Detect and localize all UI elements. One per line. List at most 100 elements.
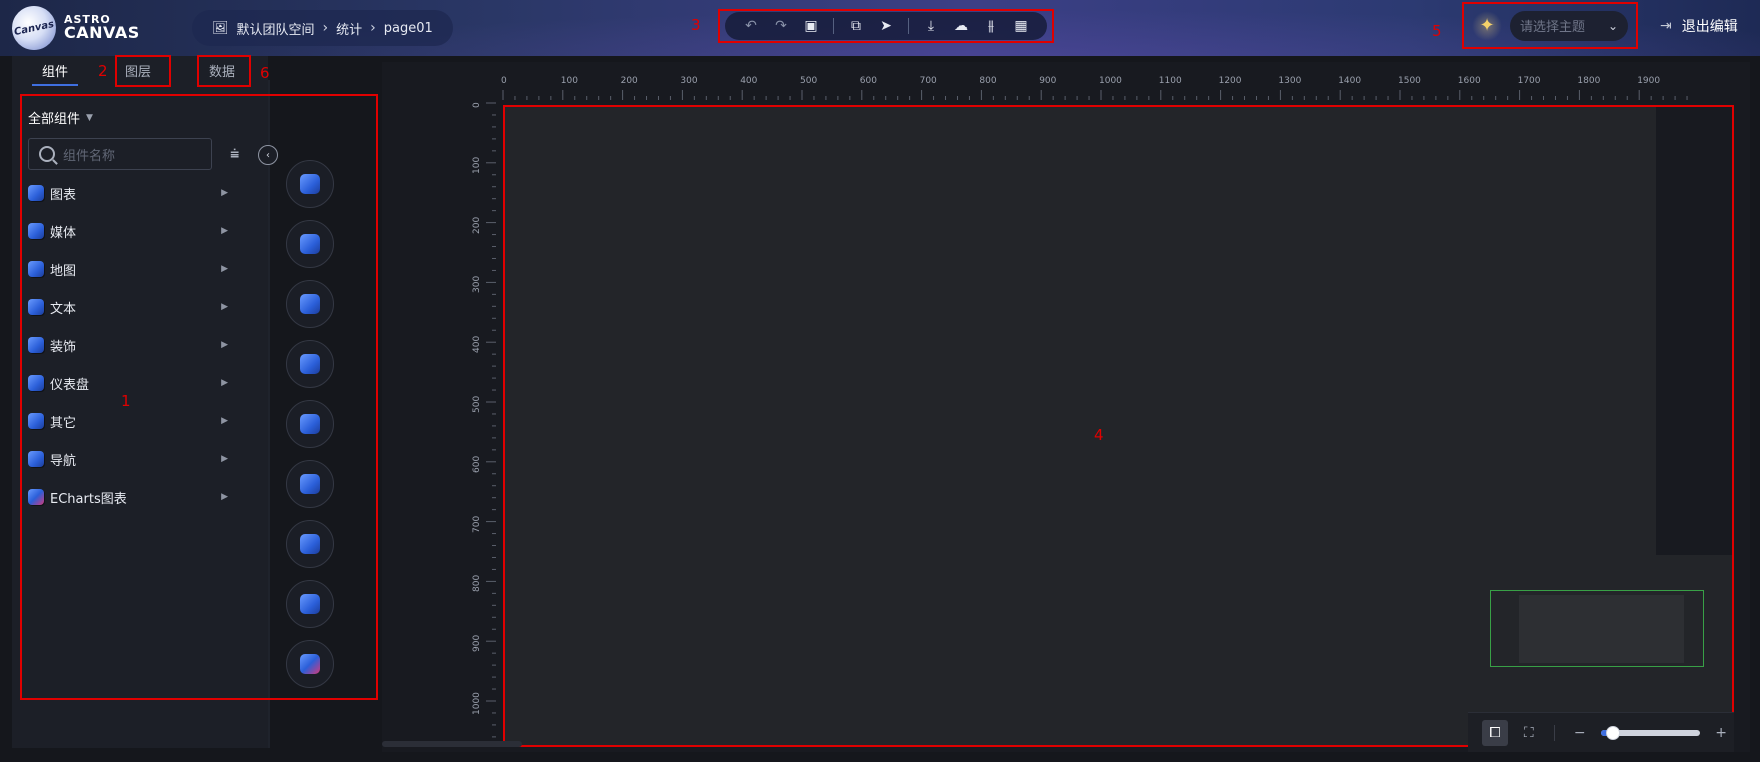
tab-layers[interactable]: 图层 [125, 61, 151, 80]
tab-components[interactable]: 组件 [42, 61, 68, 80]
ruler-tick-label: 1300 [1278, 76, 1302, 86]
category-label: 仪表盘 [50, 377, 90, 393]
exit-edit-button[interactable]: ⇥ 退出编辑 [1660, 16, 1738, 36]
ruler-tick-label: 500 [800, 76, 818, 86]
left-panel: 组件 2 图层 数据 6 全部组件 ▼ 组件名称 ⩧ 图表 ▶ 媒体 ▶ 地图 … [12, 55, 270, 748]
ruler-tick-label: 100 [472, 156, 482, 174]
fit-screen-icon[interactable]: ⧠ [1482, 719, 1508, 746]
category-text[interactable]: 文本 ▶ [28, 288, 228, 326]
category-label: 图表 [50, 187, 77, 203]
breadcrumb-separator-icon: › [370, 20, 376, 36]
rail-echarts-button[interactable] [286, 640, 334, 688]
design-canvas[interactable] [503, 106, 1656, 555]
app-logo[interactable]: Canvas ASTRO CANVAS [7, 1, 140, 55]
ruler-tick-label: 0 [472, 102, 482, 108]
fullscreen-icon[interactable]: ⛶ [1516, 720, 1542, 746]
horizontal-scrollbar[interactable] [382, 741, 522, 747]
gauge-cube-icon [300, 474, 320, 494]
vertical-ruler[interactable]: 0 100 200 300 400 500 600 700 800 900 1000 [472, 98, 496, 738]
tab-data[interactable]: 数据 [209, 61, 235, 80]
ruler-tick-label: 1100 [1158, 76, 1182, 86]
all-components-label: 全部组件 [28, 112, 81, 127]
component-search-input[interactable]: 组件名称 [28, 138, 212, 170]
category-label: 导航 [50, 453, 77, 469]
toolbar-divider [833, 18, 834, 34]
category-label: 媒体 [50, 225, 77, 241]
map-cube-icon [300, 294, 320, 314]
upload-button[interactable]: ☁ [949, 14, 973, 38]
collapse-all-icon[interactable]: ⩧ [230, 144, 239, 164]
theme-sparkle-icon[interactable]: ✦ [1472, 10, 1502, 41]
zoom-controls: ⧠ ⛶ − + [1468, 712, 1734, 752]
theme-select[interactable]: 请选择主题 ⌄ [1510, 10, 1628, 41]
component-list: 全部组件 ▼ 组件名称 ⩧ 图表 ▶ 媒体 ▶ 地图 ▶ 文本 ▶ 装饰 ▶ 仪… [20, 94, 270, 700]
ruler-tick-label: 400 [472, 336, 482, 354]
rail-decoration-button[interactable] [286, 400, 334, 448]
category-label: 装饰 [50, 339, 77, 355]
breadcrumb-team-space[interactable]: 默认团队空间 [237, 19, 315, 38]
redo-button[interactable]: ↷ [769, 14, 793, 38]
caret-right-icon: ▶ [221, 454, 228, 464]
ruler-tick-label: 400 [740, 76, 758, 86]
collapse-panel-icon[interactable]: ‹ [258, 145, 278, 165]
download-button[interactable]: ⤓ [919, 14, 943, 38]
save-button[interactable]: ▣ [799, 14, 823, 38]
annotation-6: 6 [260, 64, 270, 82]
rail-media-button[interactable] [286, 220, 334, 268]
active-tab-underline [32, 84, 78, 86]
media-cube-icon [300, 234, 320, 254]
caret-right-icon: ▶ [221, 416, 228, 426]
rail-chart-button[interactable] [286, 160, 334, 208]
breadcrumb-separator-icon: › [322, 20, 329, 36]
horizontal-ruler[interactable]: 0 100 200 300 400 500 600 700 800 900 1000 1100 1200… [482, 76, 1732, 100]
ruler-tick-label: 0 [501, 76, 507, 86]
category-media[interactable]: 媒体 ▶ [28, 212, 228, 250]
breadcrumb-page[interactable]: page01 [384, 21, 433, 36]
other-cube-icon [300, 534, 320, 554]
zoom-in-icon[interactable]: + [1708, 720, 1734, 746]
settings-button[interactable]: ⫵ [979, 14, 1003, 38]
breadcrumb-project[interactable]: 统计 [336, 19, 362, 38]
category-chart[interactable]: 图表 ▶ [28, 174, 228, 212]
publish-button[interactable]: ➤ [874, 14, 898, 38]
breadcrumb: 🖼 默认团队空间 › 统计 › page01 [192, 10, 453, 46]
caret-right-icon: ▶ [221, 302, 228, 312]
quick-category-rail [286, 160, 338, 700]
map-cube-icon [28, 261, 44, 277]
text-cube-icon [28, 299, 44, 315]
ruler-tick-label: 100 [560, 76, 578, 86]
toolbar-group: ↶ ↷ ▣ ⧉ ➤ ⤓ ☁ ⫵ ▦ [725, 12, 1047, 40]
ruler-tick-label: 900 [472, 635, 482, 653]
category-decoration[interactable]: 装饰 ▶ [28, 326, 228, 364]
search-placeholder: 组件名称 [63, 148, 116, 164]
decoration-cube-icon [300, 414, 320, 434]
rail-gauge-button[interactable] [286, 460, 334, 508]
navigation-cube-icon [300, 594, 320, 614]
category-map[interactable]: 地图 ▶ [28, 250, 228, 288]
zoom-out-icon[interactable]: − [1567, 720, 1593, 746]
dashboard-icon: 🖼 [212, 20, 229, 36]
rail-text-button[interactable] [286, 340, 334, 388]
page-settings-button[interactable]: ▦ [1009, 14, 1033, 38]
category-navigation[interactable]: 导航 ▶ [28, 440, 228, 478]
rail-navigation-button[interactable] [286, 580, 334, 628]
caret-right-icon: ▶ [221, 264, 228, 274]
category-label: 文本 [50, 301, 77, 317]
zoom-slider[interactable] [1600, 725, 1701, 740]
preview-button[interactable]: ⧉ [844, 14, 868, 38]
panel-tabs: 组件 2 图层 数据 6 [12, 55, 270, 88]
search-icon [39, 146, 55, 162]
rail-map-button[interactable] [286, 280, 334, 328]
undo-button[interactable]: ↶ [739, 14, 763, 38]
ruler-tick-label: 1700 [1517, 76, 1541, 86]
zoom-slider-handle[interactable] [1605, 725, 1620, 740]
category-echarts[interactable]: ECharts图表 ▶ [28, 478, 228, 516]
minimap[interactable] [1490, 590, 1704, 667]
minimap-viewport[interactable] [1519, 595, 1684, 663]
theme-selector-area: ✦ 请选择主题 ⌄ [1462, 2, 1638, 49]
annotation-2: 2 [98, 62, 108, 80]
ruler-tick-label: 200 [472, 216, 482, 234]
all-components-filter[interactable]: 全部组件 ▼ [28, 108, 93, 127]
rail-other-button[interactable] [286, 520, 334, 568]
chevron-down-icon: ⌄ [1607, 18, 1618, 33]
